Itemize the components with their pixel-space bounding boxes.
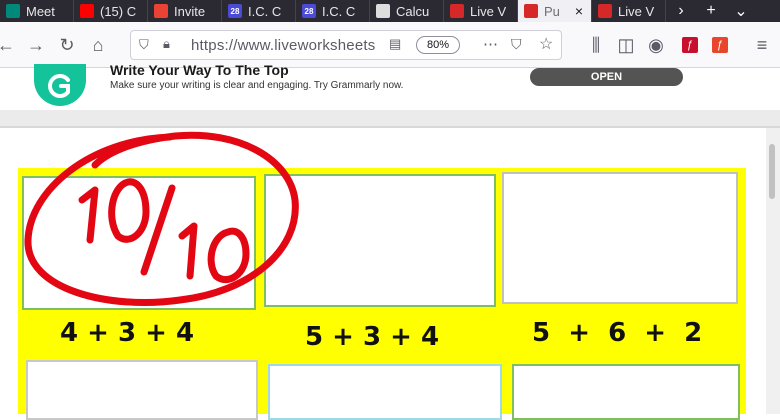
tracking-protection-icon[interactable]: ⛉ xyxy=(139,37,149,53)
ad-open-button[interactable]: OPEN xyxy=(530,68,683,86)
tab-label: Meet xyxy=(26,3,55,19)
tab-label: Calcu xyxy=(396,3,430,19)
tab-overflow-icon[interactable]: › xyxy=(666,0,696,22)
answer-box-2[interactable] xyxy=(264,174,496,307)
new-tab-icon[interactable]: + xyxy=(696,0,726,22)
tab-9[interactable]: Live V xyxy=(592,0,666,22)
forward-icon[interactable]: → xyxy=(24,33,48,57)
tab-5[interactable]: 28 I.C. C xyxy=(296,0,370,22)
flash-extension-icon-2[interactable]: ƒ xyxy=(708,33,732,57)
grammarly-logo xyxy=(34,64,86,106)
tab-favicon-icon xyxy=(376,4,390,18)
scrollbar-thumb[interactable] xyxy=(769,144,775,199)
tab-1[interactable]: Meet xyxy=(0,0,74,22)
tab-label: Invite xyxy=(174,3,206,19)
flash-extension-icon[interactable]: ƒ xyxy=(678,33,702,57)
exercise-3: 5 + 6 + 2 xyxy=(532,318,703,348)
back-icon[interactable]: ← xyxy=(0,33,18,57)
page-divider xyxy=(0,110,780,128)
tab-2[interactable]: (15) C xyxy=(74,0,148,22)
page-actions-icon[interactable]: ⋯ xyxy=(483,35,498,53)
page-scrollbar[interactable] xyxy=(766,128,780,414)
exercise-1: 4 + 3 + 4 xyxy=(60,318,195,348)
tab-label: (15) C xyxy=(100,3,137,19)
tab-label: Live V xyxy=(470,3,507,19)
answer-box-3[interactable] xyxy=(502,172,738,304)
account-icon[interactable]: ◉ xyxy=(644,33,668,57)
tab-favicon-icon xyxy=(154,4,168,18)
worksheet: 4 + 3 + 4 5 + 3 + 4 5 + 6 + 2 xyxy=(18,168,746,420)
bookmark-star-icon[interactable]: ☆ xyxy=(539,34,553,54)
answer-box-6[interactable] xyxy=(512,364,740,420)
tab-favicon-icon: 28 xyxy=(302,4,316,18)
home-icon[interactable]: ⌂ xyxy=(86,33,110,57)
zoom-level[interactable]: 80% xyxy=(416,36,460,54)
tab-7[interactable]: Live V xyxy=(444,0,518,22)
ad-subtitle: Make sure your writing is clear and enga… xyxy=(110,80,404,91)
tab-label: I.C. C xyxy=(322,3,356,19)
tab-6[interactable]: Calcu xyxy=(370,0,444,22)
url-text[interactable]: https://www.liveworksheets xyxy=(191,37,391,54)
tab-8[interactable]: Pu × xyxy=(518,0,592,22)
tab-label: Live V xyxy=(618,3,655,19)
exercise-2: 5 + 3 + 4 xyxy=(305,322,440,352)
reload-icon[interactable]: ↻ xyxy=(55,33,79,57)
library-icon[interactable]: ⫼ xyxy=(584,33,608,57)
reader-view-icon[interactable]: ▤ xyxy=(389,36,401,52)
pocket-icon[interactable]: ⛉ xyxy=(511,36,522,53)
tab-label: Pu xyxy=(544,3,560,19)
tab-3[interactable]: Invite xyxy=(148,0,222,22)
lock-icon[interactable]: 🔒︎ xyxy=(163,36,170,52)
ad-title: Write Your Way To The Top xyxy=(110,62,289,78)
answer-box-5[interactable] xyxy=(268,364,502,420)
tab-4[interactable]: 28 I.C. C xyxy=(222,0,296,22)
menu-icon[interactable]: ≡ xyxy=(750,33,774,57)
tab-list-icon[interactable]: ⌄ xyxy=(726,0,756,22)
tab-label: I.C. C xyxy=(248,3,282,19)
tab-strip: Meet (15) C Invite 28 I.C. C 28 I.C. C Calcu Liv… xyxy=(0,0,780,22)
tab-favicon-icon xyxy=(6,4,20,18)
sidebar-icon[interactable]: ◫ xyxy=(614,33,638,57)
ad-banner[interactable]: Write Your Way To The Top Make sure your… xyxy=(0,62,780,110)
tab-favicon-icon: 28 xyxy=(228,4,242,18)
close-tab-icon[interactable]: × xyxy=(575,3,583,19)
tab-favicon-icon xyxy=(80,4,94,18)
url-bar[interactable]: ⛉ 🔒︎ https://www.liveworksheets ▤ 80% ⋯ … xyxy=(130,30,562,60)
tab-favicon-icon xyxy=(524,4,538,18)
tab-favicon-icon xyxy=(450,4,464,18)
tab-favicon-icon xyxy=(598,4,612,18)
answer-box-4[interactable] xyxy=(26,360,258,420)
answer-box-1[interactable] xyxy=(22,176,256,310)
